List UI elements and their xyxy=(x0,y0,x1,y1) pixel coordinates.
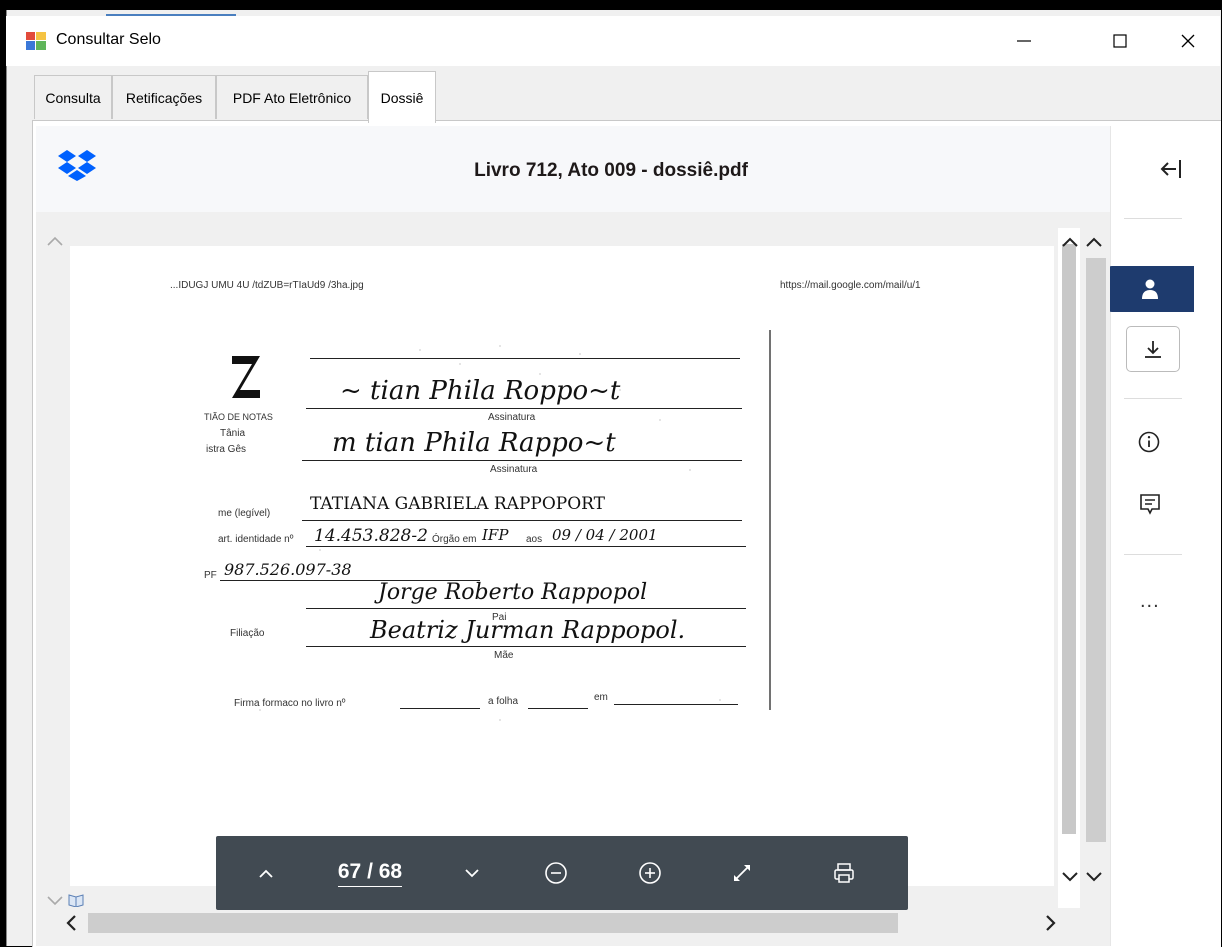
value-nome: TATIANA GABRIELA RAPPOPORT xyxy=(310,494,605,514)
download-button[interactable] xyxy=(1126,326,1180,372)
tab-consulta[interactable]: Consulta xyxy=(34,75,112,119)
maximize-button[interactable] xyxy=(1090,16,1150,66)
page-indicator[interactable]: 67 / 68 xyxy=(318,836,422,910)
horizontal-scroll-thumb[interactable] xyxy=(88,913,898,933)
value-data: 09 / 04 / 2001 xyxy=(552,526,658,544)
download-icon xyxy=(1145,341,1161,358)
zoom-out-button[interactable] xyxy=(536,836,576,910)
doc-line xyxy=(614,704,738,705)
next-page-button[interactable] xyxy=(452,836,492,910)
label-identidade: art. identidade nº xyxy=(218,534,294,545)
label-folha: a folha xyxy=(488,696,519,707)
scroll-left-icon[interactable] xyxy=(64,912,80,934)
pdf-page: ...IDUGJ UMU 4U /tdZUB=rTIaUd9 /3ha.jpg … xyxy=(70,246,1054,886)
page-number: 67 / 68 xyxy=(337,860,403,887)
value-identidade: 14.453.828-2 xyxy=(314,526,428,546)
page-header-left: ...IDUGJ UMU 4U /tdZUB=rTIaUd9 /3ha.jpg xyxy=(170,280,364,291)
scroll-up-icon[interactable] xyxy=(1060,234,1080,250)
rail-divider xyxy=(1124,554,1182,555)
maximize-icon xyxy=(1113,34,1127,48)
vertical-scroll-thumb-inner[interactable] xyxy=(1062,244,1076,834)
close-icon xyxy=(1181,34,1195,48)
signature-mae: Beatriz Jurman Rappopol. xyxy=(370,616,686,644)
fullscreen-icon xyxy=(734,865,750,881)
doc-line xyxy=(306,646,746,647)
right-rail xyxy=(1110,126,1221,946)
signature-pai: Jorge Roberto Rappopol xyxy=(378,580,648,605)
scroll-down-icon[interactable] xyxy=(1060,868,1080,884)
value-orgao: IFP xyxy=(482,526,509,544)
signature-2: m tian Phila Rappo~t xyxy=(332,428,616,458)
app-icon xyxy=(26,32,46,50)
doc-line xyxy=(310,358,740,359)
label-assinatura-2: Assinatura xyxy=(490,464,538,475)
previous-page-button[interactable] xyxy=(246,836,286,910)
doc-line xyxy=(302,520,742,521)
label-em: em xyxy=(594,692,608,703)
zoom-in-button[interactable] xyxy=(630,836,670,910)
minimize-button[interactable] xyxy=(994,16,1054,66)
print-icon xyxy=(834,863,854,883)
label-nome: me (legível) xyxy=(218,508,271,519)
tab-dossie[interactable]: Dossiê xyxy=(368,71,436,123)
label-orgao: Órgão em xyxy=(432,534,477,545)
doc-line xyxy=(400,708,480,709)
label-assinatura-1: Assinatura xyxy=(488,412,536,423)
scroll-down-icon[interactable] xyxy=(1084,868,1104,884)
page-gap xyxy=(70,224,1054,246)
bookmark-icon[interactable] xyxy=(68,893,84,907)
notary-logo xyxy=(232,356,260,398)
chevron-down-icon[interactable] xyxy=(46,893,64,907)
tab-pdf-ato-eletronico[interactable]: PDF Ato Eletrônico xyxy=(216,75,368,119)
scroll-right-icon[interactable] xyxy=(1042,912,1058,934)
vertical-scroll-thumb[interactable] xyxy=(1086,258,1106,842)
zoom-out-icon xyxy=(545,862,567,884)
notary-line-3: istra Gês xyxy=(206,444,247,455)
chevron-up-icon xyxy=(259,869,273,878)
notary-line-2: Tânia xyxy=(220,428,246,439)
doc-line xyxy=(306,608,746,609)
notary-line-1: TIÃO DE NOTAS xyxy=(204,412,273,422)
comment-icon[interactable] xyxy=(1138,492,1162,518)
tab-retificacoes[interactable]: Retificações xyxy=(112,75,216,119)
person-icon xyxy=(1142,279,1158,299)
doc-line xyxy=(302,460,742,461)
minimize-icon xyxy=(1017,40,1031,42)
print-button[interactable] xyxy=(824,836,864,910)
window-title: Consultar Selo xyxy=(56,31,161,48)
signature-1: ~ tian Phila Roppo~t xyxy=(340,376,621,406)
file-name: Livro 712, Ato 009 - dossiê.pdf xyxy=(474,160,748,181)
doc-line xyxy=(306,546,746,547)
rail-divider xyxy=(1124,218,1182,219)
zoom-in-icon xyxy=(639,862,661,884)
person-button[interactable] xyxy=(1106,266,1194,312)
fullscreen-button[interactable] xyxy=(722,836,762,910)
page-header-right: https://mail.google.com/mail/u/1 xyxy=(780,280,921,291)
label-data: aos xyxy=(526,534,543,545)
collapse-panel-icon[interactable] xyxy=(1158,156,1184,182)
label-cpf: PF xyxy=(204,570,217,581)
scroll-up-icon[interactable] xyxy=(1084,234,1104,250)
label-filiacao: Filiação xyxy=(230,628,265,639)
chevron-down-icon xyxy=(465,869,479,878)
label-firma: Firma formaco no livro nº xyxy=(234,698,346,709)
chevron-up-icon[interactable] xyxy=(46,234,64,248)
value-cpf: 987.526.097-38 xyxy=(224,560,352,579)
close-button[interactable] xyxy=(1158,16,1218,66)
more-icon[interactable]: ... xyxy=(1140,590,1160,613)
doc-line xyxy=(306,408,742,409)
doc-line xyxy=(528,708,588,709)
label-mae: Mãe xyxy=(494,650,514,661)
rail-divider xyxy=(1124,398,1182,399)
info-icon[interactable] xyxy=(1137,430,1161,454)
